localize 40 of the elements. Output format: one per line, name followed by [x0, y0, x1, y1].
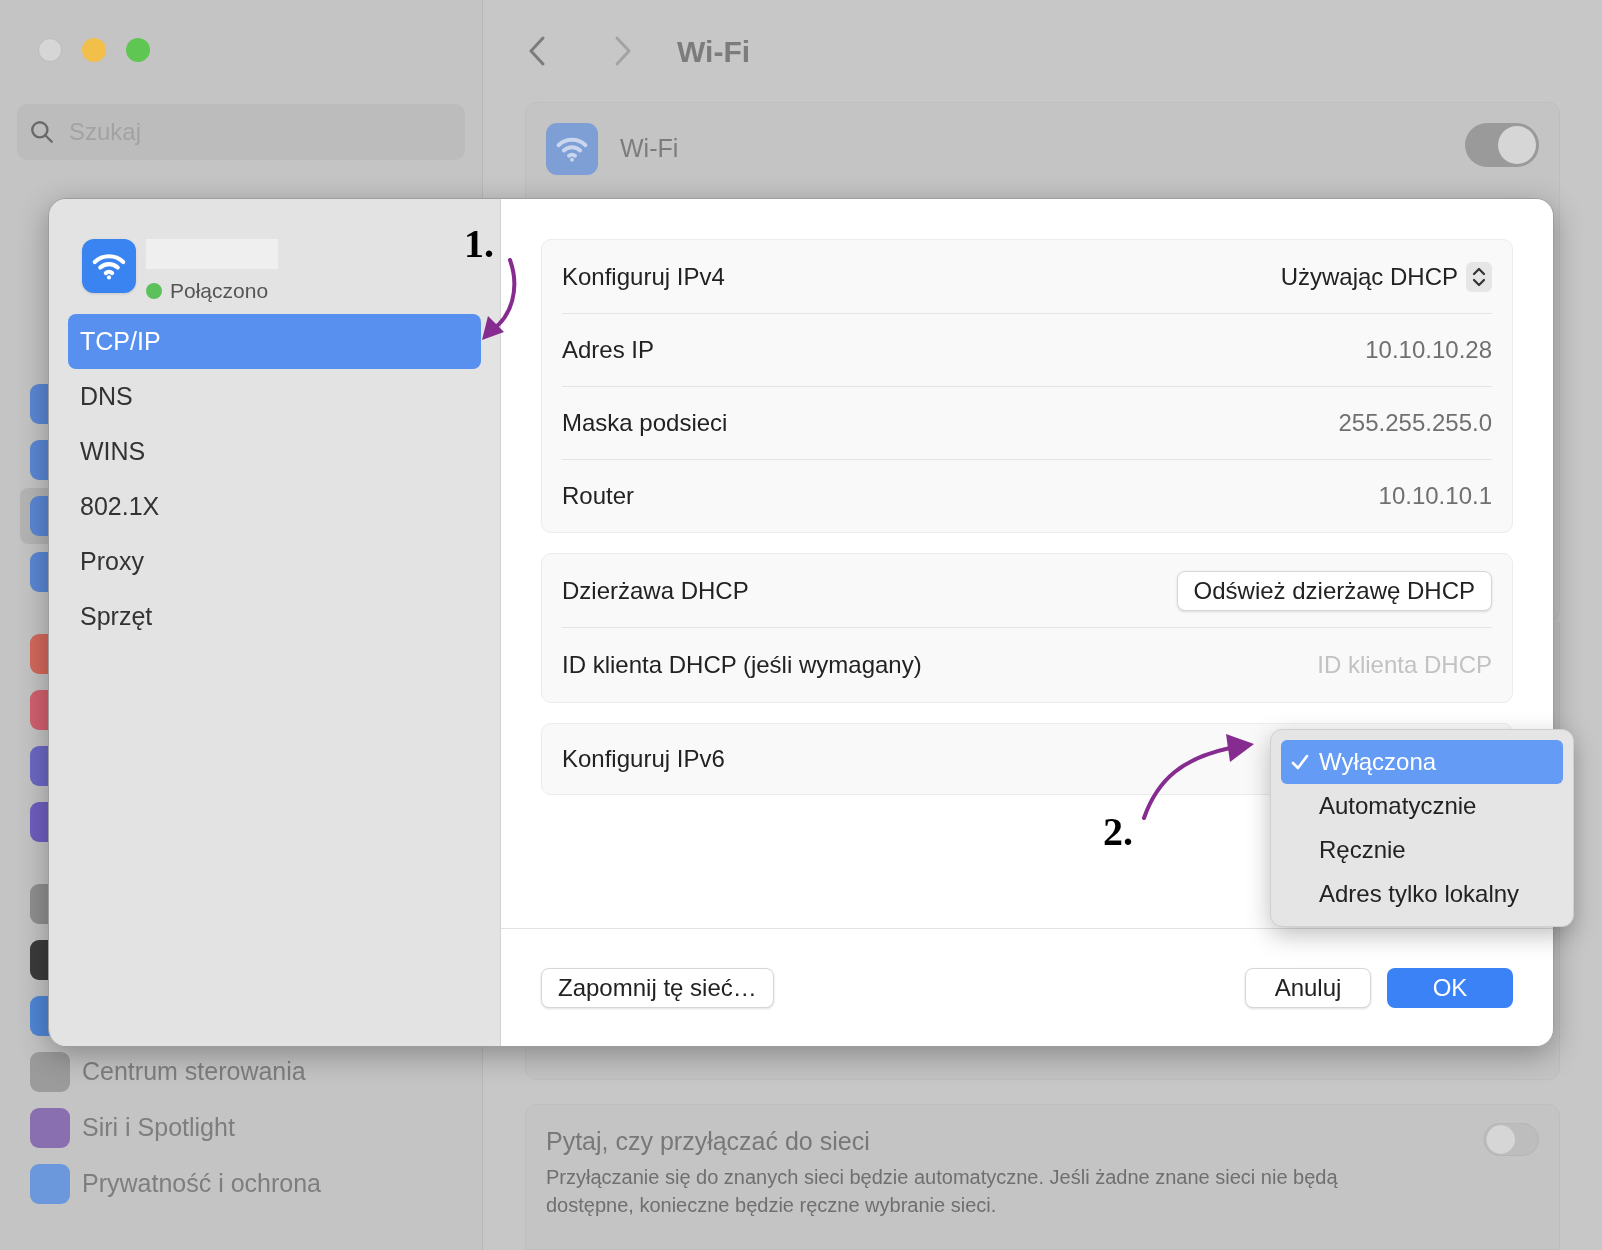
setting-description: Przyłączanie się do znanych sieci będzie automatyczne. Jeśli żadne znane sieci nie będą dostępne, konieczne będzie ręczne wybranie sieci. [546, 1165, 1339, 1218]
forget-network-button[interactable]: Zapomnij tę sieć… [541, 967, 774, 1008]
sidebar-tab[interactable]: Proxy [68, 534, 481, 589]
search-icon [29, 119, 55, 145]
sidebar-tab[interactable]: Sprzęt [68, 589, 481, 644]
cancel-button[interactable]: Anuluj [1245, 967, 1371, 1008]
popup-button[interactable]: Używając DHCP [1280, 258, 1492, 295]
row-label: Router [562, 481, 635, 511]
menu-item[interactable]: Ręcznie [1281, 828, 1563, 872]
toggle-switch[interactable] [1483, 1123, 1539, 1156]
row-value: 10.10.10.1 [1378, 481, 1492, 511]
renew-lease-button[interactable]: Odśwież dzierżawę DHCP [1176, 570, 1492, 611]
ok-button[interactable]: OK [1387, 967, 1513, 1008]
menu-item[interactable]: Automatycznie [1281, 784, 1563, 828]
sidebar-tab[interactable]: 802.1X [68, 479, 481, 534]
minimize-window-icon[interactable] [82, 38, 106, 62]
wifi-icon [82, 239, 136, 293]
toggle-switch[interactable] [1465, 123, 1539, 167]
wifi-label: Wi-Fi [620, 133, 679, 165]
checkmark-icon [1291, 753, 1309, 771]
updown-chevron-icon [1466, 261, 1492, 292]
sidebar-tab[interactable]: DNS [68, 369, 481, 424]
sidebar-tab[interactable]: WINS [68, 424, 481, 479]
page-title: Wi-Fi [677, 33, 751, 70]
row-label: ID klienta DHCP (jeśli wymagany) [562, 650, 922, 680]
connection-status: Połączono [170, 278, 269, 304]
annotation-number: 2. [1103, 812, 1133, 852]
row-label: Konfiguruj IPv6 [562, 744, 725, 774]
setting-title: Pytaj, czy przyłączać do sieci [546, 1126, 870, 1157]
row-value: 10.10.10.28 [1365, 335, 1492, 365]
row-label: Konfiguruj IPv4 [562, 261, 725, 292]
close-window-icon[interactable] [38, 38, 62, 62]
row-label: Dzierżawa DHCP [562, 575, 749, 606]
zoom-window-icon[interactable] [126, 38, 150, 62]
menu-item[interactable]: Adres tylko lokalny [1281, 872, 1563, 916]
wifi-icon [546, 123, 598, 175]
annotation-number: 1. [464, 224, 494, 264]
row-label: Adres IP [562, 335, 655, 365]
row-value: 255.255.255.0 [1338, 408, 1492, 438]
row-label: Maska podsieci [562, 408, 728, 438]
